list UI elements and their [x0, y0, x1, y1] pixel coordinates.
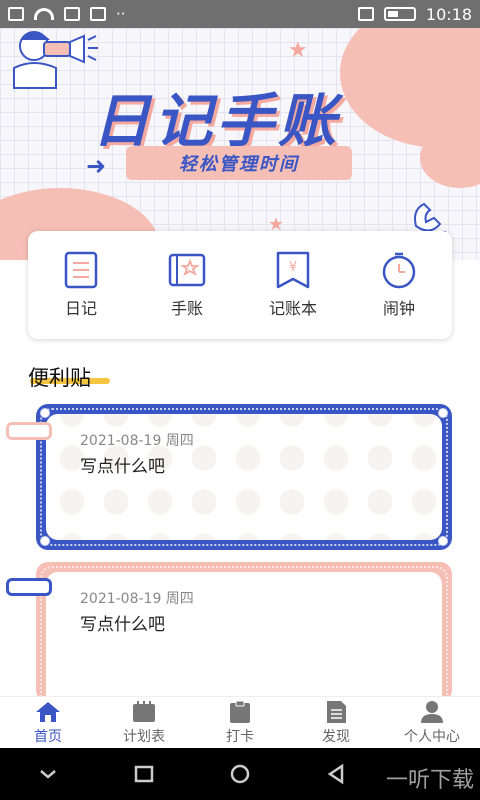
nav-discover[interactable]: 发现 [288, 697, 384, 748]
nav-profile[interactable]: 个人中心 [384, 697, 480, 748]
nav-label: 发现 [322, 728, 350, 745]
nav-schedule[interactable]: 计划表 [96, 697, 192, 748]
nav-label: 个人中心 [404, 728, 460, 745]
nav-label: 打卡 [226, 728, 254, 745]
nav-home[interactable]: 首页 [0, 697, 96, 748]
menu-item-ledger[interactable]: ¥ 记账本 [248, 251, 338, 319]
menu-label: 手账 [170, 299, 203, 318]
notification-icon [8, 7, 24, 21]
menu-label: 日记 [64, 299, 97, 318]
app-notification-icon [64, 7, 80, 21]
alert-icon [90, 7, 106, 21]
bottom-nav: 首页 计划表 打卡 发现 个人中心 [0, 696, 480, 748]
note-body: 2021-08-19 周四 写点什么吧 [46, 572, 442, 702]
document-icon [327, 700, 346, 723]
note-tab [6, 578, 52, 596]
nav-label: 计划表 [123, 728, 165, 745]
hero-banner: ★ ★ 日记手账 ➜ 轻松管理时间 [0, 28, 480, 260]
note-body: 2021-08-19 周四 写点什么吧 [46, 414, 442, 540]
back-icon[interactable] [324, 762, 348, 786]
sticky-note[interactable]: 2021-08-19 周四 写点什么吧 [36, 562, 452, 702]
section-title: 便利贴 [28, 366, 91, 390]
status-bar: ·· 10:18 [0, 0, 480, 28]
calendar-icon [133, 700, 155, 722]
menu-item-diary[interactable]: 日记 [36, 251, 126, 319]
note-corner [438, 536, 448, 546]
notebook-icon [168, 253, 206, 287]
hero-subtitle: 轻松管理时间 [126, 146, 352, 180]
note-corner [40, 408, 50, 418]
menu-item-alarm[interactable]: 闹钟 [354, 251, 444, 319]
note-date: 2021-08-19 周四 [80, 591, 194, 607]
status-time: 10:18 [425, 4, 472, 24]
telephone-icon [410, 202, 446, 233]
menu-label: 记账本 [268, 299, 317, 318]
vibrate-icon [357, 7, 374, 21]
arrow-icon: ➜ [86, 152, 107, 180]
clipboard-icon [230, 700, 250, 723]
sticky-note[interactable]: 2021-08-19 周四 写点什么吧 [36, 404, 452, 550]
more-dots-icon: ·· [116, 5, 126, 23]
recent-apps-icon[interactable] [132, 762, 156, 786]
girl-megaphone-icon [13, 31, 98, 89]
menu-label: 闹钟 [382, 299, 415, 318]
note-tab [6, 422, 52, 440]
wifi-icon [34, 8, 54, 20]
star-icon: ★ [288, 38, 308, 63]
menu-item-notebook[interactable]: 手账 [142, 251, 232, 319]
user-icon [421, 700, 443, 723]
chevron-down-icon[interactable] [36, 762, 60, 786]
note-text: 写点什么吧 [80, 457, 165, 477]
note-corner [438, 408, 448, 418]
alarm-icon [382, 252, 416, 289]
battery-icon [383, 7, 416, 21]
svg-text:¥: ¥ [289, 260, 297, 275]
ledger-icon: ¥ [276, 251, 310, 289]
note-corner [40, 536, 50, 546]
nav-label: 首页 [34, 728, 62, 745]
watermark-text: 一听下载 [385, 768, 474, 793]
diary-icon [64, 251, 98, 289]
home-circle-icon[interactable] [228, 762, 252, 786]
quick-menu: 日记 手账 ¥ 记账本 闹钟 [28, 231, 452, 339]
home-icon [36, 701, 60, 722]
nav-checkin[interactable]: 打卡 [192, 697, 288, 748]
note-date: 2021-08-19 周四 [80, 433, 194, 449]
note-text: 写点什么吧 [80, 615, 165, 635]
